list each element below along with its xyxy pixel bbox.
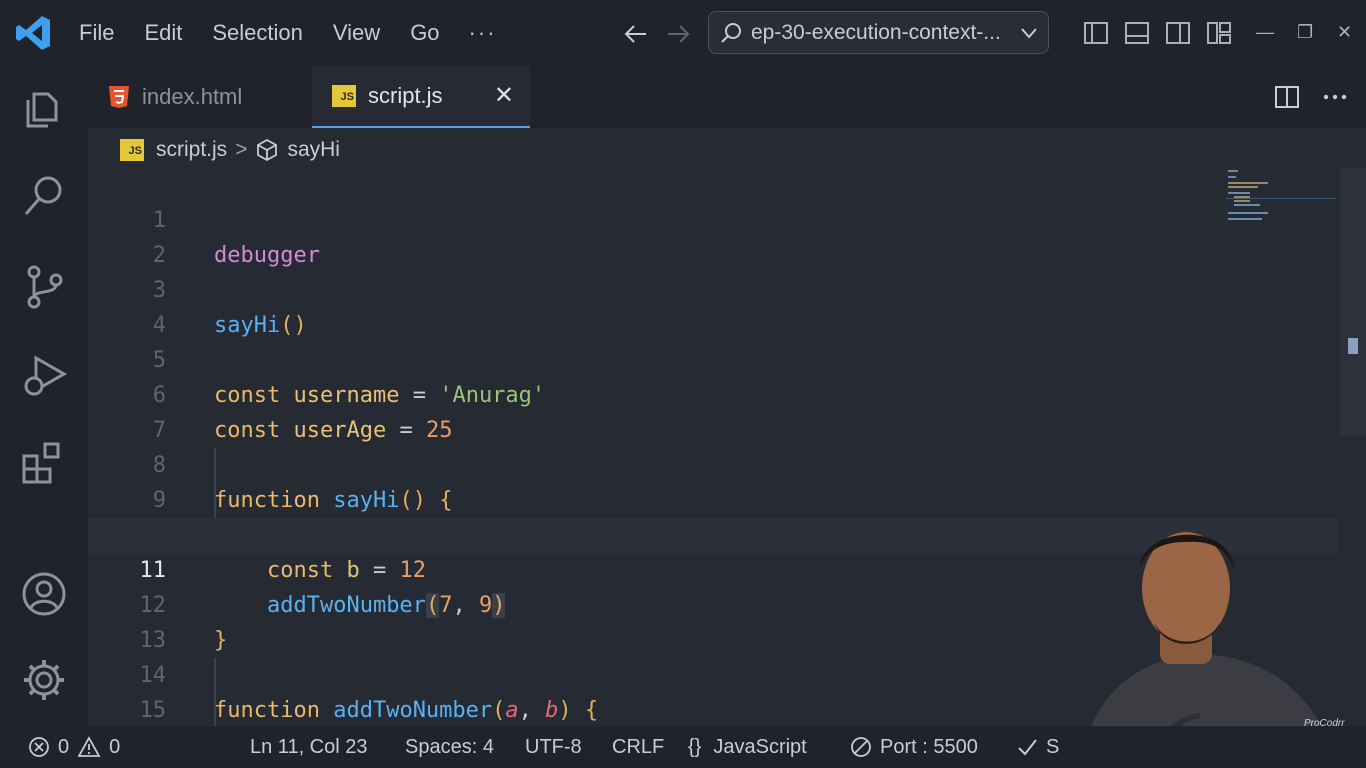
more-actions-icon[interactable] [1322, 84, 1348, 110]
menu-bar: File Edit Selection View Go ··· [64, 0, 511, 66]
title-bar: File Edit Selection View Go ··· ep-30-ex… [0, 0, 1366, 66]
run-and-debug-icon[interactable] [20, 352, 68, 400]
prettier-status[interactable]: S [1016, 726, 1059, 768]
code-line: 4 [88, 273, 1338, 338]
close-window-icon[interactable]: ✕ [1337, 22, 1352, 43]
back-arrow-icon[interactable] [622, 20, 650, 48]
prohibited-icon [851, 737, 871, 757]
menu-file[interactable]: File [64, 20, 129, 46]
status-bar: 0 0 Ln 11, Col 23 Spaces: 4 UTF-8 CRLF {… [0, 726, 1366, 768]
menu-go[interactable]: Go [395, 20, 454, 46]
scrollbar-thumb[interactable] [1348, 338, 1358, 354]
check-icon [1018, 739, 1037, 756]
code-line: 9 const a = 14 [88, 448, 1338, 548]
tab-label: index.html [142, 84, 243, 109]
customize-layout-icon[interactable] [1206, 20, 1232, 46]
accounts-icon[interactable] [20, 570, 68, 618]
toggle-secondary-sidebar-icon[interactable] [1165, 20, 1191, 46]
menu-selection[interactable]: Selection [197, 20, 318, 46]
method-cube-icon [257, 138, 278, 162]
menu-more-icon[interactable]: ··· [455, 20, 511, 46]
breadcrumb-separator: > [235, 138, 248, 161]
cursor-position-text: Ln 11, Col 23 [250, 735, 368, 758]
menu-view[interactable]: View [318, 20, 395, 46]
code-line: 8 function sayHi() { [88, 413, 1338, 513]
braces-icon: {} [688, 735, 702, 758]
toggle-panel-icon[interactable] [1124, 20, 1150, 46]
error-icon [29, 737, 49, 757]
code-line: 7 [88, 378, 1338, 443]
line-ending-text: CRLF [612, 735, 665, 758]
js-icon: JS [120, 139, 144, 161]
explorer-icon[interactable] [20, 84, 68, 132]
html5-icon [109, 86, 129, 108]
minimap[interactable] [1226, 168, 1336, 228]
language-mode[interactable]: {} JavaScript [688, 726, 807, 768]
minimize-icon[interactable]: — [1256, 22, 1274, 43]
activity-bar [0, 66, 88, 726]
search-sidebar-icon[interactable] [20, 172, 68, 220]
indentation-text: Spaces: 4 [405, 735, 494, 758]
breadcrumb: JS script.js > sayHi [120, 132, 340, 168]
manage-gear-icon[interactable] [20, 656, 68, 704]
indentation[interactable]: Spaces: 4 [405, 726, 494, 768]
code-line: 1 debugger [88, 168, 1338, 268]
encoding[interactable]: UTF-8 [525, 726, 582, 768]
tab-index-html[interactable]: index.html [88, 66, 312, 128]
menu-edit[interactable]: Edit [129, 20, 197, 46]
code-line: 5 const username = 'Anurag' [88, 308, 1338, 408]
code-line: 10 const b = 12 [88, 483, 1338, 583]
warning-icon [77, 736, 101, 757]
code-line: 2 [88, 203, 1338, 268]
command-center-search[interactable]: ep-30-execution-context-... [708, 11, 1049, 54]
live-server-port[interactable]: Port : 5500 [850, 726, 978, 768]
problems-indicator[interactable]: 0 0 [28, 726, 120, 768]
tab-script-js[interactable]: JS script.js ✕ [312, 66, 530, 128]
language-text: JavaScript [713, 735, 807, 758]
forward-arrow-icon[interactable] [664, 20, 692, 48]
port-text: Port : 5500 [880, 735, 978, 758]
toggle-primary-sidebar-icon[interactable] [1083, 20, 1109, 46]
extensions-icon[interactable] [20, 438, 68, 486]
search-text: ep-30-execution-context-... [751, 20, 1001, 44]
breadcrumb-file[interactable]: script.js [156, 138, 227, 162]
encoding-text: UTF-8 [525, 735, 582, 758]
tab-label: script.js [368, 83, 443, 108]
warning-count: 0 [109, 735, 121, 758]
code-line: 3 sayHi() [88, 238, 1338, 338]
source-control-icon[interactable] [20, 262, 68, 310]
vscode-logo-icon [16, 16, 50, 50]
vertical-scrollbar[interactable] [1340, 168, 1366, 436]
prettier-text: S [1046, 735, 1060, 758]
chevron-down-icon[interactable] [1018, 22, 1040, 44]
code-line: 6 const userAge = 25 [88, 343, 1338, 443]
js-icon: JS [332, 85, 356, 107]
breadcrumb-symbol[interactable]: sayHi [287, 138, 340, 162]
editor-tab-bar: index.html JS script.js ✕ [88, 66, 1366, 128]
search-icon [721, 22, 741, 43]
line-ending[interactable]: CRLF [612, 726, 664, 768]
error-count: 0 [58, 735, 70, 758]
split-editor-icon[interactable] [1274, 84, 1300, 110]
close-tab-icon[interactable]: ✕ [494, 84, 514, 108]
restore-icon[interactable]: ❐ [1297, 22, 1313, 43]
cursor-position[interactable]: Ln 11, Col 23 [250, 726, 368, 768]
